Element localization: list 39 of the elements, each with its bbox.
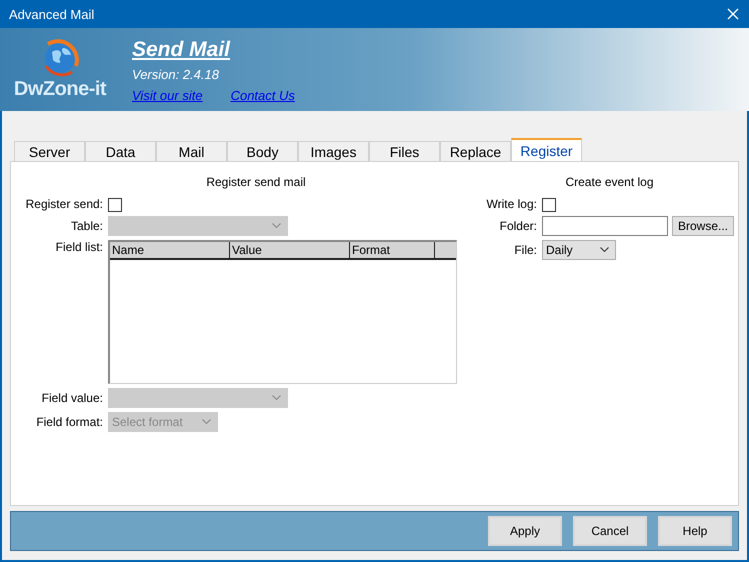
browse-button[interactable]: Browse... — [672, 216, 734, 236]
section-heading: Register send mail — [205, 174, 307, 191]
tab[interactable]: Data — [85, 141, 156, 161]
column-header[interactable]: Value — [230, 242, 350, 258]
field-label: Field list: — [54, 240, 103, 254]
tab[interactable]: Replace — [440, 141, 511, 161]
chevron-icon — [202, 419, 211, 424]
tab[interactable]: Body — [227, 141, 298, 161]
field-label: Register send: — [24, 197, 103, 212]
version-text: Version: 2.4.18 — [132, 67, 220, 82]
field-label: Field format: — [35, 414, 103, 429]
file-dropdown[interactable]: Daily — [542, 240, 616, 260]
chevron-icon — [272, 395, 281, 400]
folder-field[interactable] — [542, 216, 668, 236]
field-label: Field value: — [40, 390, 103, 405]
field-label: Table: — [70, 218, 103, 233]
section-heading: Create event log — [564, 174, 655, 191]
tab[interactable]: Files — [369, 141, 440, 161]
field-label: Folder: — [498, 218, 537, 233]
tab[interactable]: Server — [14, 141, 85, 161]
field-list[interactable]: Name Value Format — [108, 240, 457, 384]
tab[interactable]: Mail — [156, 141, 227, 161]
column-header[interactable]: Name — [110, 242, 230, 258]
field-label: File: — [513, 242, 537, 257]
window-title: Advanced Mail — [9, 6, 94, 22]
dialog-button[interactable]: Help — [658, 516, 732, 546]
close-icon[interactable] — [727, 8, 739, 20]
column-header[interactable]: Format — [350, 242, 435, 258]
checkbox[interactable] — [108, 198, 122, 212]
checkbox[interactable] — [542, 198, 556, 212]
dialog-button[interactable]: Cancel — [573, 516, 647, 546]
field-label: Write log: — [486, 197, 537, 212]
chevron-icon — [600, 247, 609, 252]
logo-text: DwZone-it — [14, 78, 106, 101]
chevron-icon — [272, 223, 281, 228]
tab[interactable]: Register — [511, 138, 582, 161]
tab[interactable]: Images — [298, 141, 369, 161]
dialog-button[interactable]: Apply — [488, 516, 562, 546]
app-title: Send Mail — [132, 38, 232, 62]
